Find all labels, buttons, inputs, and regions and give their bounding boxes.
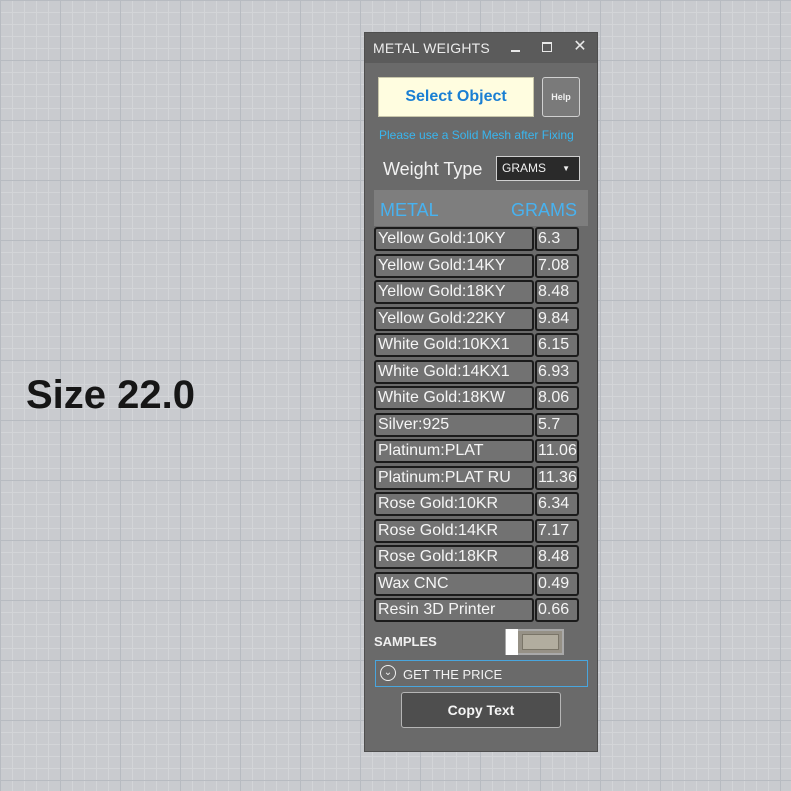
metal-name-cell[interactable]: White Gold:18KW <box>374 386 534 410</box>
title-bar: METAL WEIGHTS ✕ <box>365 33 597 63</box>
weight-value-cell[interactable]: 6.15 <box>535 333 579 357</box>
weight-value-cell[interactable]: 6.3 <box>535 227 579 251</box>
header-metal: METAL <box>380 200 439 220</box>
metal-name-cell[interactable]: Yellow Gold:22KY <box>374 306 534 331</box>
weight-value-cell[interactable]: 7.17 <box>535 518 579 543</box>
get-the-price-expander[interactable]: ⌄ GET THE PRICE <box>375 660 588 687</box>
weight-type-label: Weight Type <box>383 159 483 179</box>
weight-value-cell[interactable]: 8.48 <box>535 545 579 569</box>
metal-name-cell[interactable]: Yellow Gold:18KY <box>374 280 534 304</box>
metal-name-cell[interactable]: Platinum:PLAT RU <box>374 465 534 490</box>
help-button[interactable]: Help <box>542 77 580 117</box>
metal-weights-panel: METAL WEIGHTS ✕ Select Object Help Pleas… <box>364 32 598 752</box>
metal-name-cell[interactable]: White Gold:10KX1 <box>374 333 534 357</box>
weight-type-select[interactable]: GRAMS ▼ <box>496 156 580 181</box>
weight-value-cell[interactable]: 11.06 <box>535 439 579 463</box>
copy-text-button[interactable]: Copy Text <box>401 692 561 728</box>
weight-value-cell[interactable]: 7.08 <box>535 253 579 278</box>
get-the-price-label: GET THE PRICE <box>403 667 503 682</box>
metal-name-cell[interactable]: Platinum:PLAT <box>374 439 534 463</box>
weight-value-cell[interactable]: 5.7 <box>535 412 579 437</box>
weight-value-cell[interactable]: 8.06 <box>535 386 579 410</box>
metal-name-cell[interactable]: Resin 3D Printer <box>374 598 534 622</box>
viewport-size-label: Size 22.0 <box>26 373 196 417</box>
metal-name-cell[interactable]: Yellow Gold:10KY <box>374 227 534 251</box>
metal-name-cell[interactable]: Rose Gold:14KR <box>374 518 534 543</box>
weight-value-cell[interactable]: 6.34 <box>535 492 579 516</box>
weight-value-cell[interactable]: 6.93 <box>535 359 579 384</box>
weight-value-cell[interactable]: 8.48 <box>535 280 579 304</box>
toggle-track <box>522 634 559 650</box>
mesh-hint-text: Please use a Solid Mesh after Fixing <box>379 128 574 142</box>
chevron-down-circle-icon: ⌄ <box>380 665 396 681</box>
toggle-knob[interactable] <box>506 629 518 655</box>
metal-name-cell[interactable]: Rose Gold:10KR <box>374 492 534 516</box>
weight-value-cell[interactable]: 0.66 <box>535 598 579 622</box>
caret-down-icon: ▼ <box>562 164 570 173</box>
metal-name-cell[interactable]: Rose Gold:18KR <box>374 545 534 569</box>
weight-type-value: GRAMS <box>502 161 547 175</box>
samples-toggle[interactable] <box>505 629 564 655</box>
maximize-icon[interactable] <box>537 37 557 57</box>
metal-name-cell[interactable]: Wax CNC <box>374 571 534 596</box>
metal-name-cell[interactable]: Silver:925 <box>374 412 534 437</box>
samples-label: SAMPLES <box>374 634 437 649</box>
weight-value-cell[interactable]: 9.84 <box>535 306 579 331</box>
table-header: METAL GRAMS <box>374 190 588 226</box>
metal-name-cell[interactable]: White Gold:14KX1 <box>374 359 534 384</box>
window-title: METAL WEIGHTS <box>373 40 490 56</box>
weight-value-cell[interactable]: 0.49 <box>535 571 579 596</box>
weight-value-cell[interactable]: 11.36 <box>535 465 579 490</box>
close-icon[interactable]: ✕ <box>570 37 590 57</box>
select-object-button[interactable]: Select Object <box>378 77 534 117</box>
header-unit: GRAMS <box>510 200 577 220</box>
metal-name-cell[interactable]: Yellow Gold:14KY <box>374 253 534 278</box>
minimize-icon[interactable] <box>505 37 525 57</box>
